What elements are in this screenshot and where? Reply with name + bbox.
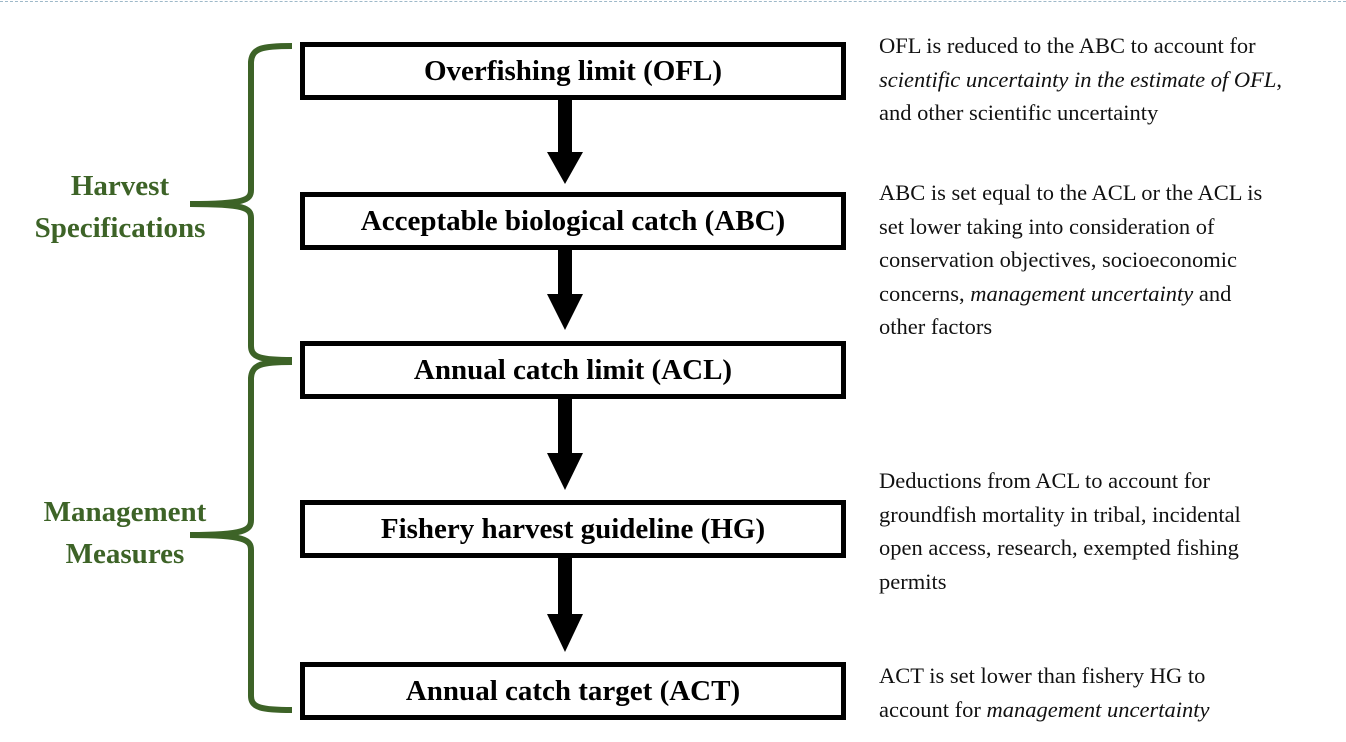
description-line: Deductions from ACL to account for xyxy=(879,464,1346,498)
arrow-ofl-to-abc xyxy=(547,100,583,184)
description-line: set lower taking into consideration of xyxy=(879,210,1346,244)
arrow-hg-to-act xyxy=(547,558,583,652)
description-text: conservation objectives, socioeconomic xyxy=(879,247,1238,272)
description-abc: ABC is set equal to the ACL or the ACL i… xyxy=(879,176,1346,344)
description-line: permits xyxy=(879,565,1346,599)
description-line: scientific uncertainty in the estimate o… xyxy=(879,63,1346,97)
box-acl: Annual catch limit (ACL) xyxy=(300,341,846,399)
description-line: and other scientific uncertainty xyxy=(879,96,1346,130)
box-ofl: Overfishing limit (OFL) xyxy=(300,42,846,100)
management-measures-label: Management Measures xyxy=(10,491,240,575)
harvest-specifications-label: Harvest Specifications xyxy=(5,165,235,249)
box-act: Annual catch target (ACT) xyxy=(300,662,846,720)
group-label-line: Measures xyxy=(65,538,185,570)
description-text: open access, research, exempted fishing xyxy=(879,535,1239,560)
arrow-acl-to-hg xyxy=(547,399,583,490)
description-text: and other scientific uncertainty xyxy=(879,100,1159,125)
description-line: groundfish mortality in tribal, incident… xyxy=(879,498,1346,532)
box-hg: Fishery harvest guideline (HG) xyxy=(300,500,846,558)
description-text: concerns, xyxy=(879,280,971,306)
description-text: Deductions from ACL to account for xyxy=(879,468,1210,493)
description-text: groundfish mortality in tribal, incident… xyxy=(879,501,1241,527)
description-text: management uncertainty xyxy=(986,696,1210,722)
description-line: concerns, management uncertainty and xyxy=(879,277,1346,311)
description-line: ABC is set equal to the ACL or the ACL i… xyxy=(879,176,1346,210)
group-label-line: Management xyxy=(43,496,207,528)
box-abc: Acceptable biological catch (ABC) xyxy=(300,192,846,250)
description-line: open access, research, exempted fishing xyxy=(879,531,1346,565)
description-text: permits xyxy=(879,568,947,594)
description-line: other factors xyxy=(879,310,1346,344)
description-text: account for xyxy=(879,696,987,722)
description-hg: Deductions from ACL to account for ground… xyxy=(879,464,1346,598)
description-act: ACT is set lower than fishery HG to accou… xyxy=(879,659,1346,726)
description-text: ABC is set equal to the ACL or the ACL i… xyxy=(879,180,1263,205)
group-label-line: Specifications xyxy=(34,212,206,244)
description-text: other factors xyxy=(879,314,993,339)
description-line: conservation objectives, socioeconomic xyxy=(879,243,1346,277)
description-text: ACT is set lower than fishery HG to xyxy=(879,663,1206,688)
description-text: scientific uncertainty in the estimate o… xyxy=(879,66,1277,92)
arrow-abc-to-acl xyxy=(547,250,583,330)
description-text: and xyxy=(1193,280,1232,306)
description-line: ACT is set lower than fishery HG to xyxy=(879,659,1346,693)
description-line: account for management uncertainty xyxy=(879,693,1346,727)
description-text: OFL is reduced to the ABC to account for xyxy=(879,33,1256,58)
description-ofl: OFL is reduced to the ABC to account for… xyxy=(879,29,1346,130)
description-text: , xyxy=(1276,66,1283,92)
description-text: management uncertainty xyxy=(970,280,1194,306)
description-line: OFL is reduced to the ABC to account for xyxy=(879,29,1346,63)
group-label-line: Harvest xyxy=(70,170,170,202)
description-text: set lower taking into consideration of xyxy=(879,213,1215,239)
